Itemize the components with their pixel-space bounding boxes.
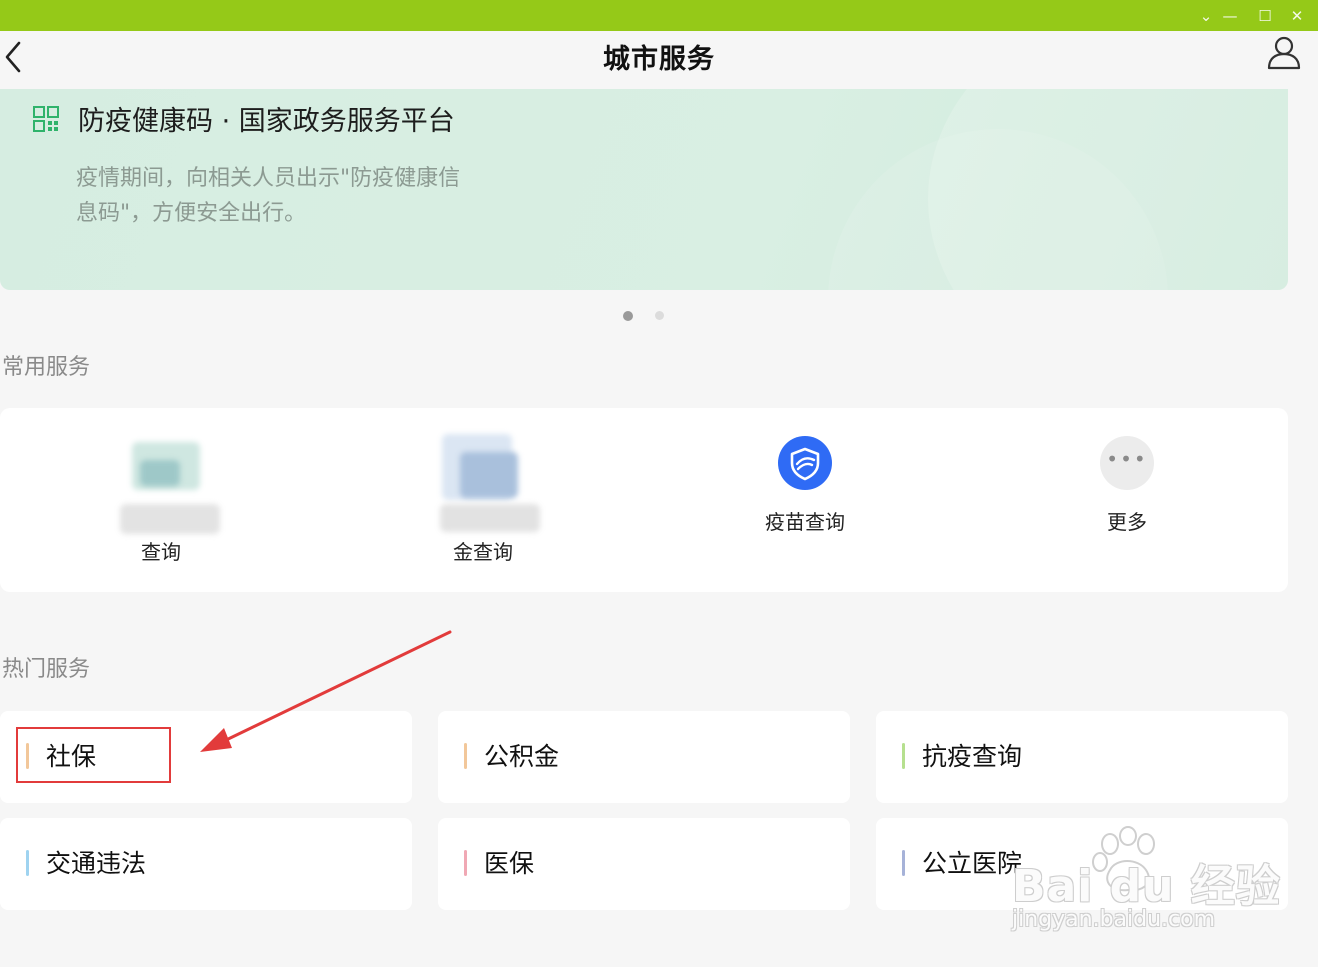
hot-service-epidemic-query[interactable]: 抗疫查询 — [876, 711, 1288, 803]
watermark-brand: Bai du 经验 — [1012, 861, 1281, 912]
service-label: 更多 — [1107, 510, 1147, 534]
more-dots-icon: ••• — [1100, 436, 1154, 490]
service-item[interactable]: 查询 — [0, 408, 322, 592]
accent-bar — [902, 850, 905, 876]
banner-description: 疫情期间，向相关人员出示"防疫健康信息码"，方便安全出行。 — [76, 166, 461, 226]
hot-service-label: 公积金 — [484, 742, 560, 771]
hot-service-housing-fund[interactable]: 公积金 — [438, 711, 850, 803]
accent-bar — [464, 743, 467, 769]
service-label: 查询 — [141, 540, 181, 564]
user-icon[interactable] — [1266, 35, 1302, 71]
vaccine-shield-icon — [778, 436, 832, 490]
hot-service-label: 交通违法 — [46, 849, 147, 878]
page-title: 城市服务 — [603, 44, 715, 75]
minimize-button[interactable]: — — [1219, 5, 1241, 27]
service-label: 疫苗查询 — [765, 510, 845, 534]
service-label: 金查询 — [453, 540, 513, 564]
banner-title: 防疫健康码 · 国家政务服务平台 — [78, 106, 455, 137]
accent-bar — [902, 743, 905, 769]
window-titlebar: ⌄ — ☐ ✕ — [0, 0, 1318, 31]
hot-service-label: 公立医院 — [922, 849, 1023, 878]
service-item[interactable]: 金查询 — [322, 408, 644, 592]
service-item-vaccine[interactable]: 疫苗查询 — [644, 408, 966, 592]
app-header: 城市服务 — [0, 31, 1318, 89]
accent-bar — [26, 850, 29, 876]
maximize-button[interactable]: ☐ — [1254, 5, 1276, 27]
watermark-url: jingyan.baidu.com — [1012, 907, 1216, 932]
blurred-text — [120, 504, 220, 534]
section-title-hot: 热门服务 — [2, 657, 91, 682]
service-item-more[interactable]: ••• 更多 — [966, 408, 1288, 592]
close-button[interactable]: ✕ — [1286, 5, 1308, 27]
hot-service-traffic-violation[interactable]: 交通违法 — [0, 818, 412, 910]
carousel-dot[interactable] — [655, 311, 664, 320]
hot-service-medical-insurance[interactable]: 医保 — [438, 818, 850, 910]
accent-bar — [464, 850, 467, 876]
chevron-down-icon[interactable]: ⌄ — [1195, 5, 1217, 27]
qr-code-icon — [33, 106, 59, 132]
blurred-text — [440, 504, 540, 532]
health-code-banner[interactable]: 防疫健康码 · 国家政务服务平台 疫情期间，向相关人员出示"防疫健康信息码"，方… — [0, 89, 1288, 290]
hot-service-label: 抗疫查询 — [922, 742, 1023, 771]
carousel-dot-active[interactable] — [623, 311, 633, 321]
hot-service-label: 医保 — [484, 849, 535, 878]
highlight-annotation-box — [16, 727, 171, 783]
common-services-panel: 查询 金查询 疫苗查询 ••• 更多 — [0, 408, 1288, 592]
blurred-icon — [140, 460, 180, 486]
blurred-icon — [460, 452, 518, 498]
section-title-common: 常用服务 — [2, 355, 91, 380]
